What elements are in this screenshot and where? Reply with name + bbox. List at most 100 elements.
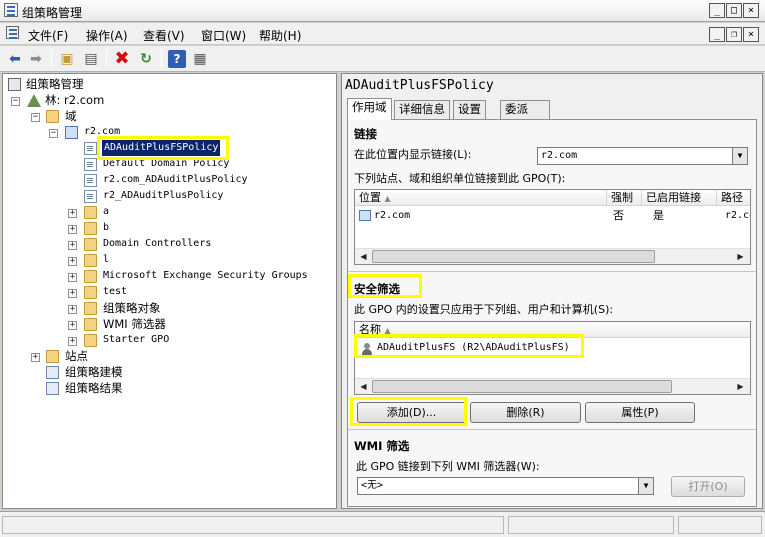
tree-ou[interactable]: Domain Controllers [103,236,211,252]
tab-scope[interactable]: 作用域 [347,98,392,120]
menu-action[interactable]: 操作(A) [86,27,128,44]
tree-ou[interactable]: Microsoft Exchange Security Groups [103,268,308,284]
tree-root[interactable]: 组策略管理 [26,76,84,92]
wmi-filtering-description: 此 GPO 链接到下列 WMI 筛选器(W): [356,460,540,473]
wmi-filtering-header: WMI 筛选 [354,439,410,453]
tree-wmi-filters[interactable]: WMI 筛选器 [103,316,166,332]
menu-file[interactable]: 文件(F) [28,27,68,44]
expand-toggle-ou[interactable]: + [68,209,77,218]
ou-folder-icon [84,206,97,219]
security-filtering-description: 此 GPO 内的设置只应用于下列组、用户和计算机(S): [354,303,614,316]
security-filter-list[interactable]: 名称 ▲ ADAuditPlusFS (R2\ADAuditPlusFS) ◀ … [354,321,751,395]
links-hscrollbar[interactable]: ◀ ▶ [355,248,750,264]
tree-gp-modeling[interactable]: 组策略建模 [65,364,123,380]
status-cell-tertiary [678,516,762,534]
toolbar: ⬅ ➡ ▣ ▤ ✖ ↻ ? ▦ [0,46,765,72]
chevron-down-icon[interactable]: ▼ [732,148,747,164]
ou-folder-icon [84,222,97,235]
ou-folder-icon [84,270,97,283]
toolbar-separator [51,50,52,68]
menu-help[interactable]: 帮助(H) [259,27,301,44]
scroll-right-icon[interactable]: ▶ [733,250,748,264]
scroll-right-icon[interactable]: ▶ [733,380,748,394]
forward-arrow-icon[interactable]: ➡ [27,50,45,68]
column-location[interactable]: 位置 ▲ [355,190,607,206]
column-path[interactable]: 路径 [717,190,750,206]
scroll-left-icon[interactable]: ◀ [356,250,371,264]
scrollbar-thumb[interactable] [372,250,655,263]
tree-domains[interactable]: 域 [65,108,77,124]
console-menu-icon[interactable] [6,26,19,39]
properties-icon[interactable]: ▦ [191,50,209,68]
domain-icon [359,210,371,221]
child-close-button[interactable]: × [743,27,759,42]
collapse-toggle-domain[interactable]: − [49,129,58,138]
tab-delegation[interactable]: 委派 [500,100,550,119]
menu-window[interactable]: 窗口(W) [201,27,246,44]
help-icon[interactable]: ? [168,50,186,68]
sites-icon [46,350,59,363]
tree-ou[interactable]: a [103,204,109,220]
location-dropdown[interactable]: r2.com ▼ [537,147,748,165]
expand-toggle-ou[interactable]: + [68,257,77,266]
scroll-left-icon[interactable]: ◀ [356,380,371,394]
highlight-box-add-button [350,397,467,426]
up-folder-icon[interactable]: ▣ [58,50,76,68]
remove-button[interactable]: 删除(R) [470,402,581,423]
expand-toggle-ou[interactable]: + [68,273,77,282]
column-enforced[interactable]: 强制 [607,190,642,206]
child-minimize-button[interactable]: _ [709,27,725,42]
tree-ou[interactable]: l [103,252,109,268]
properties-button[interactable]: 属性(P) [585,402,695,423]
ou-folder-icon [84,254,97,267]
maximize-button[interactable]: □ [726,3,742,18]
tree-sites[interactable]: 站点 [65,348,88,364]
expand-toggle-sites[interactable]: + [31,353,40,362]
expand-toggle-starter-gpo[interactable]: + [68,337,77,346]
refresh-icon[interactable]: ↻ [137,50,155,68]
minimize-button[interactable]: _ [709,3,725,18]
tree-forest[interactable]: 林: r2.com [45,92,104,108]
gp-results-icon [46,382,59,395]
starter-gpo-folder-icon [84,334,97,347]
column-link-enabled[interactable]: 已启用链接 [642,190,717,206]
links-list[interactable]: 位置 ▲ 强制 已启用链接 路径 r2.com 否 是 r2.com ◀ ▶ [354,189,751,265]
chevron-down-icon[interactable]: ▼ [638,478,653,494]
child-restore-button[interactable]: ❐ [726,27,742,42]
tree-gp-results[interactable]: 组策略结果 [65,380,123,396]
security-hscrollbar[interactable]: ◀ ▶ [355,378,750,394]
expand-toggle-ou[interactable]: + [68,225,77,234]
collapse-toggle-forest[interactable]: − [11,97,20,106]
tab-details[interactable]: 详细信息 [394,100,450,119]
wmi-filter-dropdown[interactable]: <无> ▼ [357,477,654,495]
scrollbar-thumb[interactable] [372,380,672,393]
menu-bar: 文件(F) 操作(A) 查看(V) 窗口(W) 帮助(H) _ ❐ × [0,23,765,45]
location-label: 在此位置内显示链接(L): [354,148,472,161]
back-arrow-icon[interactable]: ⬅ [6,50,24,68]
delete-icon[interactable]: ✖ [113,50,131,68]
expand-toggle-ou[interactable]: + [68,289,77,298]
scope-tab-panel: 链接 在此位置内显示链接(L): r2.com ▼ 下列站点、域和组织单位链接到… [347,119,757,507]
gpo-link-icon [84,158,97,171]
expand-toggle-gpo-objects[interactable]: + [68,305,77,314]
close-button[interactable]: × [743,3,759,18]
tree-starter-gpo[interactable]: Starter GPO [103,332,169,348]
link-row-link-enabled: 是 [653,209,664,222]
expand-toggle-wmi-filters[interactable]: + [68,321,77,330]
menu-view[interactable]: 查看(V) [143,27,185,44]
gp-modeling-icon [46,366,59,379]
tree-ou[interactable]: b [103,220,109,236]
location-dropdown-value: r2.com [541,150,578,161]
link-row-enforced: 否 [613,209,624,222]
tree-gpo-link[interactable]: r2.com_ADAuditPlusPolicy [103,172,248,188]
ou-folder-icon [84,238,97,251]
tab-settings[interactable]: 设置 [453,100,486,119]
expand-toggle-ou[interactable]: + [68,241,77,250]
show-hide-tree-icon[interactable]: ▤ [82,50,100,68]
collapse-toggle-domains[interactable]: − [31,113,40,122]
tree-gpo-link[interactable]: r2_ADAuditPlusPolicy [103,188,223,204]
tree-gpo-objects[interactable]: 组策略对象 [103,300,161,316]
toolbar-separator [106,50,107,68]
tree-ou[interactable]: test [103,284,127,300]
link-row-location[interactable]: r2.com [374,209,410,223]
